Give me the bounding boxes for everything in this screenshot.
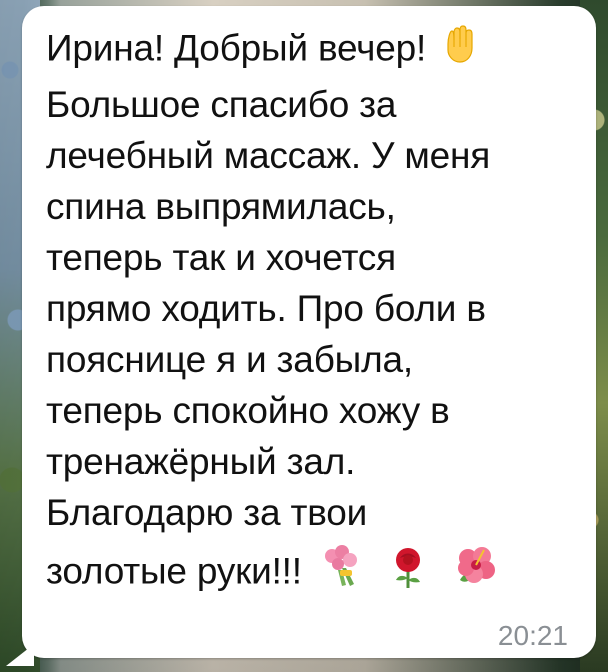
hibiscus-icon xyxy=(452,544,498,603)
message-line: пояснице я и забыла, xyxy=(46,339,413,380)
raised-hand-icon xyxy=(436,22,480,79)
message-line: Благодарю за твои xyxy=(46,492,368,533)
message-line: теперь спокойно хожу в xyxy=(46,390,450,431)
message-line: спина выпрямилась, xyxy=(46,186,396,227)
message-timestamp: 20:21 xyxy=(497,620,568,651)
message-line: лечебный массаж. У меня xyxy=(46,135,491,176)
message-line: тренажёрный зал. xyxy=(46,441,356,482)
message-line: теперь так и хочется xyxy=(46,237,396,278)
message-line: Ирина! Добрый вечер! xyxy=(46,22,586,79)
message-line: прямо ходить. Про боли в xyxy=(46,288,486,329)
tulip-bouquet-icon xyxy=(320,544,366,603)
rose-icon xyxy=(386,544,432,603)
message-text: Ирина! Добрый вечер! Большое спасибо за … xyxy=(46,22,586,603)
message-line: золотые руки!!! xyxy=(46,544,586,603)
message-line: Большое спасибо за xyxy=(46,84,397,125)
